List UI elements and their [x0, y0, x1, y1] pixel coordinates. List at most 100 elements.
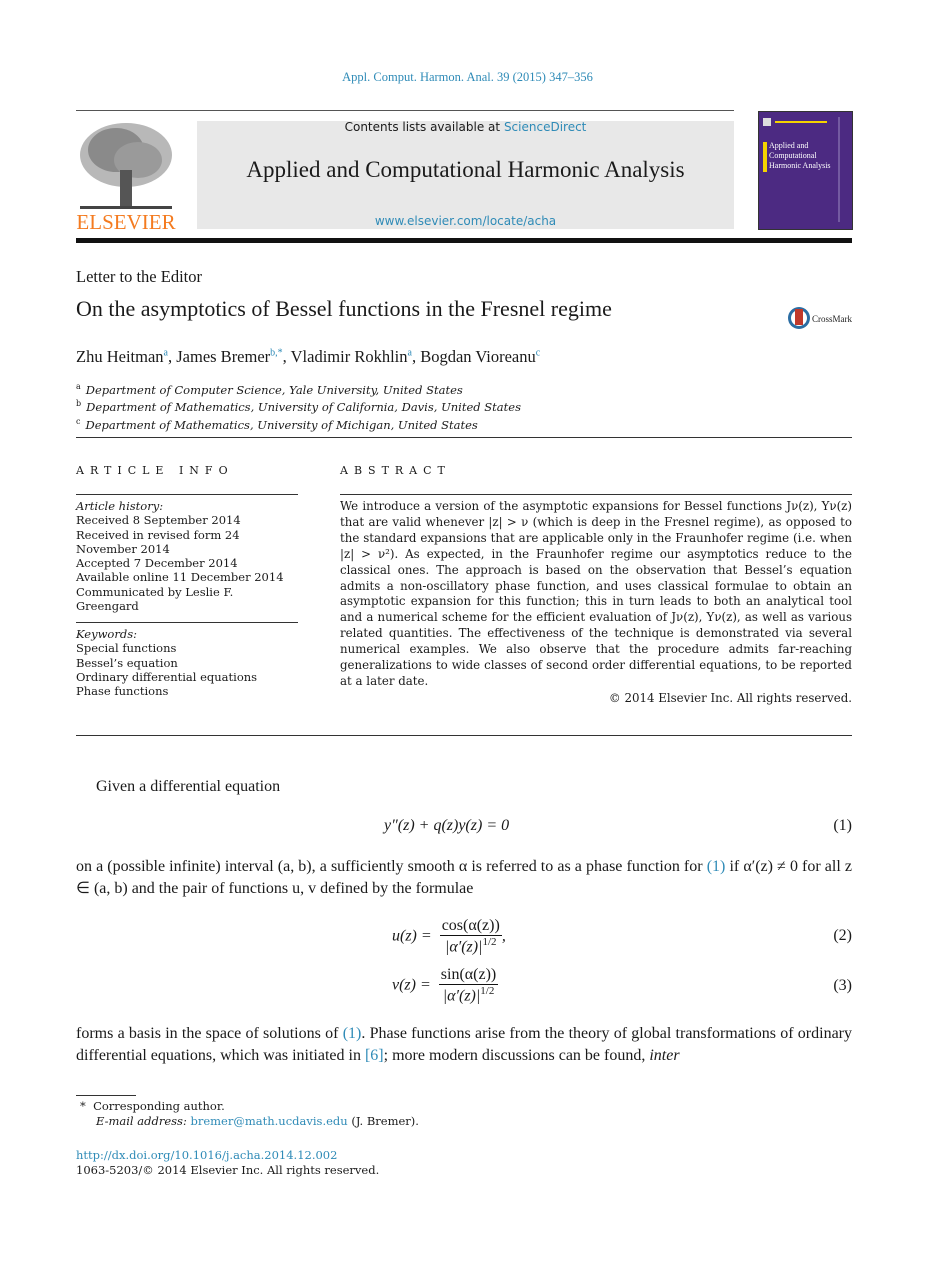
exponent: 1/2 [480, 985, 495, 997]
equation-lhs: u(z) = [392, 927, 432, 945]
author-name: Zhu Heitman [76, 347, 164, 366]
history-label: Article history: [76, 499, 164, 513]
affiliation-item: b Department of Mathematics, University o… [76, 397, 521, 414]
section-rule [76, 437, 852, 438]
sciencedirect-link[interactable]: ScienceDirect [504, 120, 586, 134]
history-item: Available online 11 December 2014 [76, 570, 284, 585]
affiliation-key: b [76, 399, 82, 409]
issn-line: 1063-5203/© 2014 Elsevier Inc. All right… [76, 1163, 380, 1177]
exponent: 1/2 [482, 936, 497, 948]
contents-line: Contents lists available at ScienceDirec… [197, 120, 734, 134]
journal-url-link[interactable]: www.elsevier.com/locate/acha [197, 214, 734, 228]
denominator: |α′(z)|1/2 [440, 936, 502, 956]
affiliation-key: c [76, 416, 81, 426]
header-thick-rule [76, 238, 852, 243]
contents-prefix: Contents lists available at [344, 120, 504, 134]
numerator: cos(α(z)) [439, 917, 502, 936]
author-name: Vladimir Rokhlin [290, 347, 408, 366]
article-info-heading: ARTICLE INFO [76, 464, 234, 477]
keyword-item: Special functions [76, 641, 177, 656]
abstract-heading: ABSTRACT [340, 464, 451, 477]
email-label: E-mail address: [96, 1114, 187, 1128]
affiliation-key: a [76, 382, 81, 391]
footnote-rule [76, 1095, 136, 1096]
numerator: sin(α(z)) [438, 966, 499, 985]
equation-3: v(z) = sin(α(z)) |α′(z)|1/2 [392, 966, 499, 1005]
svg-text:ELSEVIER: ELSEVIER [76, 210, 175, 232]
cover-art-icon: Applied and Computational Harmonic Analy… [763, 117, 840, 222]
footnote-corresponding: * Corresponding author. [80, 1099, 419, 1114]
footnote: * Corresponding author. E-mail address: … [80, 1099, 419, 1129]
svg-text:Computational: Computational [769, 151, 817, 160]
abstract-copyright: © 2014 Elsevier Inc. All rights reserved… [608, 691, 852, 705]
abstract-text: We introduce a version of the asymptotic… [340, 499, 852, 688]
email-suffix: (J. Bremer). [347, 1114, 419, 1128]
equation-2: u(z) = cos(α(z)) |α′(z)|1/2, [392, 917, 506, 956]
author-name: Bogdan Vioreanu [420, 347, 536, 366]
affiliation-item: a Department of Computer Science, Yale Un… [76, 380, 521, 397]
crossmark-icon: CrossMark [788, 307, 852, 329]
email-link[interactable]: bremer@math.ucdavis.edu [190, 1114, 347, 1128]
affiliation-ref[interactable]: c [536, 348, 540, 359]
keyword-item: Bessel’s equation [76, 655, 178, 670]
footnote-email: E-mail address: bremer@math.ucdavis.edu … [80, 1114, 419, 1129]
keywords-rule [76, 622, 298, 623]
equation-number: (2) [833, 927, 852, 944]
article-history: Article history: Received 8 September 20… [76, 499, 306, 613]
citation-link[interactable]: [6] [365, 1047, 384, 1064]
elsevier-logo[interactable]: ELSEVIER [76, 120, 176, 234]
text-run: forms a basis in the space of solutions … [76, 1025, 343, 1042]
svg-text:CrossMark: CrossMark [812, 314, 852, 324]
equation-ref-link[interactable]: (1) [343, 1025, 362, 1042]
body-paragraph: Given a differential equation [96, 778, 281, 795]
denominator-base: |α′(z)| [444, 938, 483, 956]
doi-link[interactable]: http://dx.doi.org/10.1016/j.acha.2014.12… [76, 1148, 379, 1163]
svg-text:Harmonic Analysis: Harmonic Analysis [769, 161, 831, 170]
author-name: James Bremer [176, 347, 271, 366]
history-item: Received in revised form 24 November 201… [76, 527, 240, 556]
equation-number: (3) [833, 977, 852, 994]
equation-ref-link[interactable]: (1) [707, 858, 726, 875]
text-run: inter [649, 1047, 680, 1064]
affiliation-item: c Department of Mathematics, University o… [76, 415, 521, 432]
equation-1: y″(z) + q(z)y(z) = 0 [384, 817, 510, 834]
section-rule [76, 735, 852, 736]
journal-cover-image[interactable]: Applied and Computational Harmonic Analy… [758, 111, 853, 230]
text-run: ; more modern discussions can be found, [383, 1047, 650, 1064]
denominator-base: |α′(z)| [442, 987, 481, 1005]
equation-number: (1) [833, 817, 852, 834]
article-title: On the asymptotics of Bessel functions i… [76, 296, 612, 321]
keywords-label: Keywords: [76, 627, 137, 641]
equation-tail: , [501, 927, 506, 945]
history-item: Accepted 7 December 2014 [76, 556, 238, 571]
affiliations: a Department of Computer Science, Yale Un… [76, 380, 521, 432]
body-paragraph: on a (possible infinite) interval (a, b)… [76, 856, 852, 900]
svg-text:Applied and: Applied and [769, 141, 808, 150]
affiliation-text: Department of Mathematics, University of… [85, 417, 478, 432]
crossmark-button[interactable]: CrossMark [787, 304, 857, 332]
history-item: Communicated by Leslie F. Greengard [76, 584, 234, 614]
affiliation-ref[interactable]: b,* [270, 348, 283, 359]
fraction: cos(α(z)) |α′(z)|1/2 [439, 917, 502, 956]
header-rule [76, 110, 734, 111]
article-type: Letter to the Editor [76, 267, 202, 286]
journal-citation-link[interactable]: Appl. Comput. Harmon. Anal. 39 (2015) 34… [0, 70, 935, 85]
affiliation-ref[interactable]: a [408, 348, 412, 359]
footnote-text: Corresponding author. [93, 1099, 225, 1113]
fraction: sin(α(z)) |α′(z)|1/2 [438, 966, 499, 1005]
abstract-rule [340, 494, 852, 495]
denominator: |α′(z)|1/2 [439, 985, 498, 1005]
keyword-item: Phase functions [76, 684, 169, 699]
affiliation-text: Department of Mathematics, University of… [86, 400, 521, 415]
history-item: Received 8 September 2014 [76, 513, 241, 528]
doi-block: http://dx.doi.org/10.1016/j.acha.2014.12… [76, 1148, 379, 1178]
keywords: Keywords: Special functions Bessel’s equ… [76, 627, 306, 698]
body-paragraph: forms a basis in the space of solutions … [76, 1023, 852, 1067]
keyword-item: Ordinary differential equations [76, 669, 258, 684]
footnote-star: * [80, 1099, 86, 1113]
text-run: on a (possible infinite) interval (a, b)… [76, 858, 707, 875]
journal-title: Applied and Computational Harmonic Analy… [246, 157, 685, 182]
affiliation-text: Department of Computer Science, Yale Uni… [85, 382, 463, 397]
affiliation-ref[interactable]: a [164, 348, 168, 359]
author-list: Zhu Heitmana, James Bremerb,*, Vladimir … [76, 347, 541, 366]
